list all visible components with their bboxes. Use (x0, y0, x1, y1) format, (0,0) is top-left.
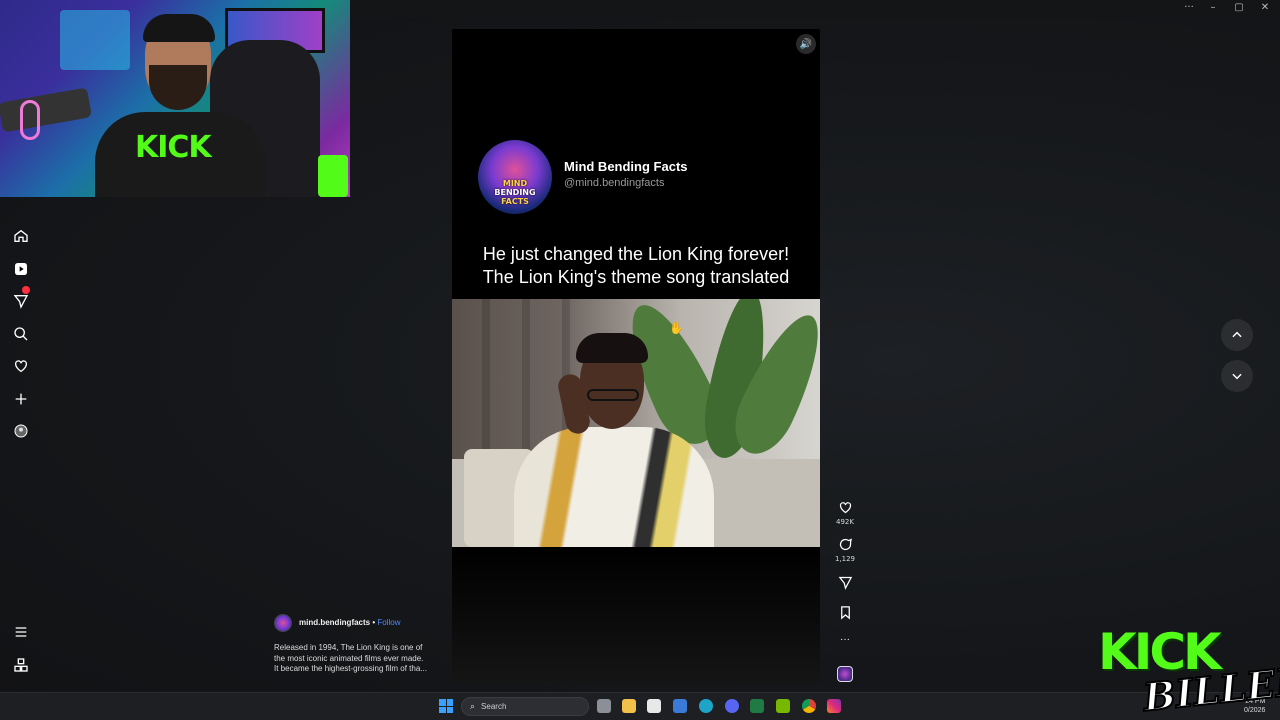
send-icon (838, 576, 852, 590)
caption-username[interactable]: mind.bendingfacts (299, 618, 370, 627)
search-icon: ⌕ (470, 701, 476, 712)
messages-icon[interactable] (10, 286, 32, 312)
logo-text-line: BENDING (494, 188, 536, 197)
post-account-name: Mind Bending Facts (564, 159, 688, 174)
discord-icon[interactable] (725, 699, 739, 713)
chevron-up-icon (1232, 331, 1242, 338)
chevron-down-icon (1232, 373, 1242, 380)
headline-line-1: He just changed the Lion King forever! (482, 244, 790, 264)
taskbar (0, 692, 1280, 720)
webcam-streamer: KICK (95, 14, 265, 197)
reel-player[interactable]: 🔊 MIND BENDING FACTS Mind Bending Facts … (452, 29, 820, 683)
reel-bottom-area (452, 547, 820, 683)
start-button[interactable] (439, 699, 453, 713)
edge-icon[interactable] (699, 699, 713, 713)
mouse-cursor-icon: ✋ (669, 321, 684, 335)
man-hair (576, 333, 648, 363)
speaker-icon: 🔊 (799, 38, 813, 50)
bookmark-icon (840, 606, 850, 620)
close-button[interactable]: ✕ (1252, 2, 1278, 13)
heart-icon[interactable] (10, 355, 32, 377)
chrome-icon[interactable] (802, 699, 816, 713)
account-logo: MIND BENDING FACTS (478, 140, 552, 214)
comment-icon (839, 538, 852, 551)
more-icon: ··· (840, 634, 850, 645)
nvidia-icon[interactable] (776, 699, 790, 713)
reels-icon[interactable] (10, 258, 32, 280)
headline-line-2: The Lion King's theme song translated (482, 267, 790, 287)
logo-text-line: MIND (502, 179, 528, 188)
man-shirt (514, 427, 714, 547)
follow-button[interactable]: Follow (377, 618, 400, 627)
next-reel-button[interactable] (1221, 360, 1253, 392)
post-account-handle: @mind.bendingfacts (564, 177, 665, 189)
caption-text[interactable]: Released in 1994, The Lion King is one o… (274, 643, 436, 675)
webcam-overlay: KICK (0, 0, 350, 197)
plus-icon[interactable] (10, 388, 32, 410)
logo-text-line: FACTS (501, 197, 529, 206)
home-icon[interactable] (10, 225, 32, 247)
minimize-button[interactable]: – (1200, 2, 1226, 13)
stream-logo-overlay: KICK BILLEH (1098, 626, 1280, 720)
instagram-icon[interactable] (827, 699, 841, 713)
profile-avatar[interactable] (10, 420, 32, 442)
save-button[interactable] (832, 605, 858, 620)
more-options-button[interactable]: ··· (832, 634, 858, 645)
man-glasses (587, 389, 639, 401)
caption-line: Released in 1994, The Lion King is one o… (274, 643, 423, 652)
taskbar-search[interactable]: ⌕ Search (461, 697, 589, 716)
notification-badge (22, 286, 30, 294)
webcam-light-ring (20, 100, 40, 140)
video-frame[interactable]: ✋ (452, 299, 820, 547)
streamer-cap (143, 14, 215, 42)
apps-grid-icon[interactable] (10, 654, 32, 676)
mail-icon[interactable] (673, 699, 687, 713)
comment-button[interactable]: 1,129 (832, 537, 858, 563)
caption-line: the most iconic animated films ever made… (274, 653, 424, 663)
previous-reel-button[interactable] (1221, 319, 1253, 351)
caption-avatar[interactable] (274, 614, 292, 632)
mute-button[interactable]: 🔊 (796, 34, 816, 54)
webcam-can (318, 155, 348, 197)
heart-icon (839, 502, 851, 514)
window-more-button[interactable]: ··· (1176, 2, 1202, 13)
caption-line: It became the highest-grossing film of t… (274, 664, 427, 673)
reel-headline: He just changed the Lion King forever! T… (452, 243, 820, 289)
share-button[interactable] (832, 575, 858, 590)
audio-thumbnail[interactable] (837, 666, 853, 682)
excel-icon[interactable] (750, 699, 764, 713)
window-title-bar: ··· – ▢ ✕ (350, 0, 1280, 18)
store-icon[interactable] (647, 699, 661, 713)
webcam-microphone (0, 87, 92, 133)
shirt-logo: KICK (135, 130, 212, 165)
task-view-icon[interactable] (597, 699, 611, 713)
taskbar-search-placeholder: Search (481, 702, 507, 711)
maximize-button[interactable]: ▢ (1226, 2, 1252, 13)
like-button[interactable]: 492K (832, 500, 858, 526)
file-explorer-icon[interactable] (622, 699, 636, 713)
search-icon[interactable] (10, 323, 32, 345)
hamburger-menu-icon[interactable] (10, 621, 32, 643)
like-count: 492K (836, 518, 854, 526)
caption-header: mind.bendingfacts • Follow (299, 618, 401, 627)
streamer-beard (149, 65, 207, 110)
comment-count: 1,129 (834, 555, 856, 563)
